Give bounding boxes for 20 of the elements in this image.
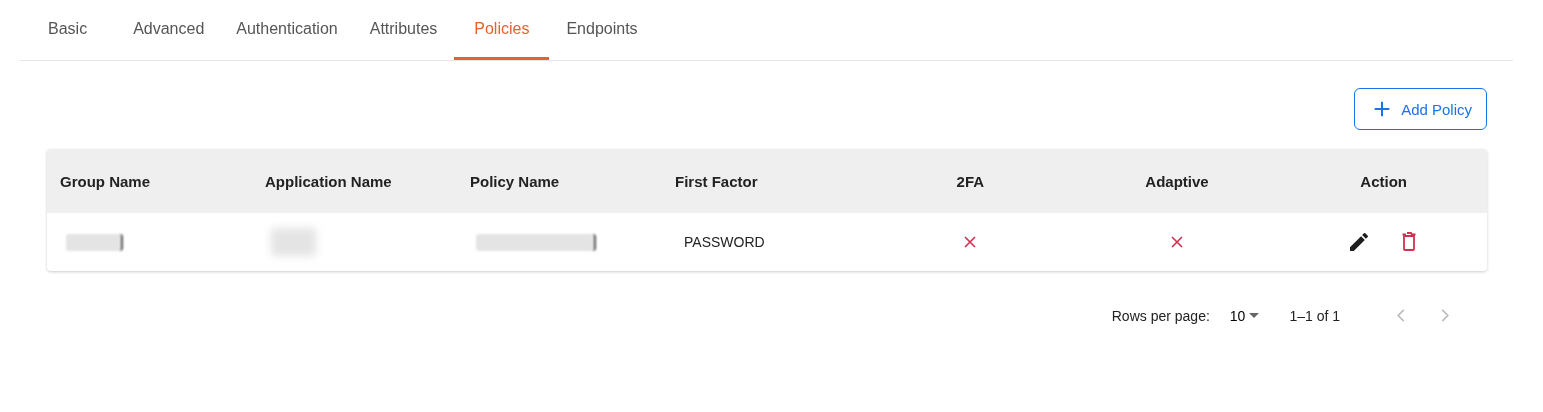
- column-header: 2FA: [956, 172, 985, 190]
- column-header: Application Name: [265, 172, 392, 190]
- caret-icon: [1249, 313, 1260, 318]
- rows-per-page-select[interactable]: 10: [1229, 307, 1260, 324]
- tab[interactable]: Authentication: [221, 0, 353, 60]
- rows-per-page-label: Rows per page:: [1111, 307, 1210, 324]
- tab[interactable]: Endpoints: [551, 0, 653, 60]
- add-policy-button[interactable]: Add Policy: [1354, 88, 1487, 130]
- tab[interactable]: Advanced: [118, 0, 220, 60]
- column-header: Group Name: [60, 172, 150, 190]
- page-range: 1–1 of 1: [1289, 307, 1340, 324]
- tab[interactable]: Basic: [20, 0, 103, 60]
- tab[interactable]: Attributes: [354, 0, 453, 60]
- column-header: Policy Name: [470, 172, 560, 190]
- column-header: Action: [1360, 172, 1407, 190]
- column-header: First Factor: [675, 172, 758, 190]
- chevron-icon: [1397, 309, 1405, 322]
- chevron-icon: [1441, 309, 1449, 322]
- table-cell: PASSWORD: [684, 234, 765, 250]
- column-header: Adaptive: [1145, 172, 1209, 190]
